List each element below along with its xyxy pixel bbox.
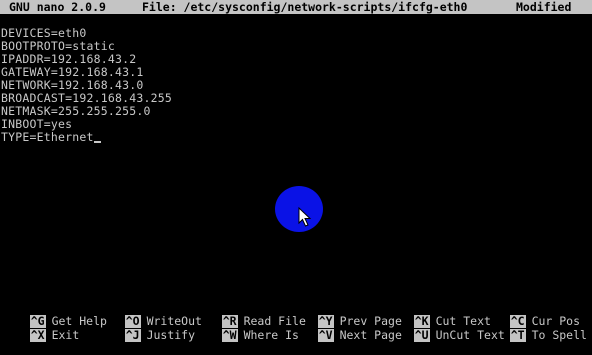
mouse-pointer-icon — [298, 207, 312, 227]
shortcut-key: ^T — [509, 328, 526, 342]
shortcut-key: ^X — [29, 328, 46, 342]
shortcut-label: Exit — [51, 328, 80, 342]
shortcut-get-help[interactable]: ^G Get Help — [2, 302, 107, 328]
file-path: File: /etc/sysconfig/network-scripts/ifc… — [142, 0, 468, 14]
text-cursor — [93, 141, 101, 143]
shortcut-justify[interactable]: ^J Justify — [97, 316, 195, 342]
shortcut-cur-pos[interactable]: ^C Cur Pos — [482, 302, 580, 328]
shortcut-label: Justify — [146, 328, 196, 342]
editor-line[interactable]: TYPE=Ethernet — [1, 131, 581, 144]
shortcut-to-spell[interactable]: ^T To Spell — [482, 316, 587, 342]
editor-buffer[interactable]: DEVICES=eth0 BOOTPROTO=static IPADDR=192… — [1, 27, 581, 144]
shortcut-label: To Spell — [531, 328, 587, 342]
shortcut-writeout[interactable]: ^O WriteOut — [97, 302, 202, 328]
shortcut-key: ^V — [317, 328, 334, 342]
shortcut-where-is[interactable]: ^W Where Is — [194, 316, 299, 342]
shortcut-key: ^W — [221, 328, 238, 342]
editor-line[interactable]: NETMASK=255.255.255.0 — [1, 105, 581, 118]
modified-status: Modified — [516, 0, 572, 14]
shortcut-key: ^U — [413, 328, 430, 342]
shortcut-key: ^J — [124, 328, 141, 342]
shortcut-exit[interactable]: ^X Exit — [2, 316, 79, 342]
app-name: GNU nano 2.0.9 — [9, 0, 106, 14]
title-bar: GNU nano 2.0.9 File: /etc/sysconfig/netw… — [0, 0, 592, 14]
shortcut-cut-text[interactable]: ^K Cut Text — [386, 302, 491, 328]
shortcut-bar: ^G Get Help ^O WriteOut ^R Read File ^Y Prev… — [0, 302, 592, 342]
